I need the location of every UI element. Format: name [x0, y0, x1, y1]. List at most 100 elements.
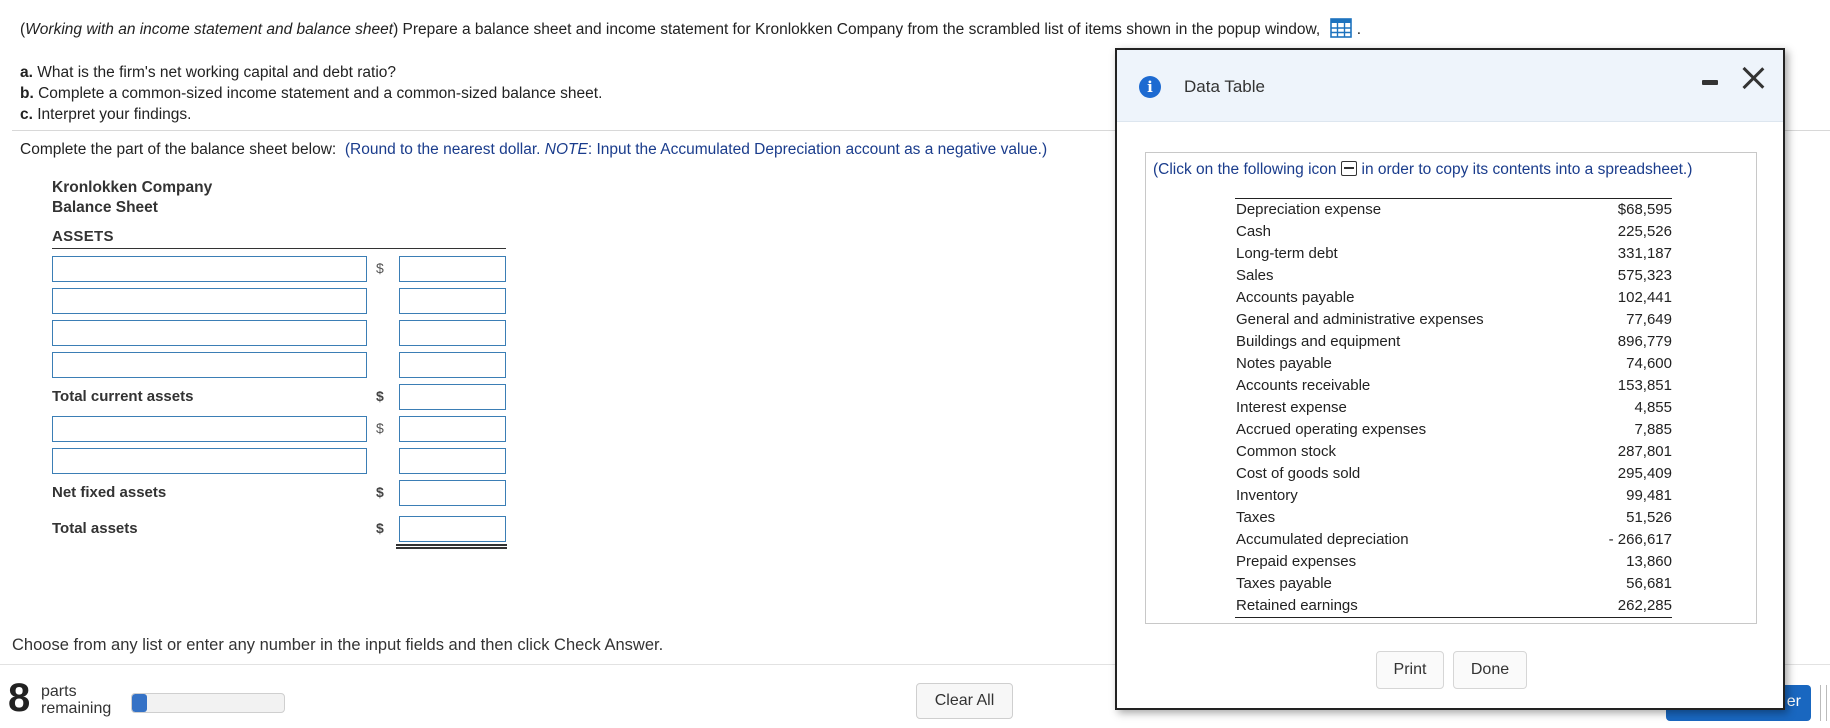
amount-input[interactable]	[399, 448, 506, 474]
data-table-row: Accrued operating expenses 7,885	[1235, 419, 1672, 441]
question-part-a: a. What is the firm's net working capita…	[20, 64, 397, 81]
edge-line	[1826, 685, 1827, 721]
dollar-sign: $	[376, 260, 384, 276]
close-icon[interactable]	[1739, 64, 1767, 92]
row-item-value: 295,409	[1617, 465, 1672, 482]
account-input[interactable]	[52, 416, 367, 442]
account-input[interactable]	[52, 320, 367, 346]
row-item-name: Retained earnings	[1236, 597, 1358, 614]
data-table-row: Accumulated depreciation - 266,617	[1235, 529, 1672, 551]
assets-heading: ASSETS	[52, 228, 114, 245]
account-input[interactable]	[52, 448, 367, 474]
question-parts: a. What is the firm's net working capita…	[20, 62, 602, 125]
question-part-c: c. Interpret your findings.	[20, 106, 192, 123]
row-item-value: 74,600	[1626, 355, 1672, 372]
data-table-row: Taxes payable 56,681	[1235, 573, 1672, 595]
data-table: Depreciation expense $68,595 Cash 225,526 Lo…	[1235, 198, 1672, 618]
row-item-value: 77,649	[1626, 311, 1672, 328]
amount-input[interactable]	[399, 352, 506, 378]
row-item-name: General and administrative expenses	[1236, 311, 1484, 328]
net-fixed-assets-label: Net fixed assets	[52, 484, 167, 501]
row-item-name: Accounts receivable	[1236, 377, 1371, 394]
net-fixed-assets-input[interactable]	[399, 480, 506, 506]
data-table-row: Sales 575,323	[1235, 265, 1672, 287]
account-input[interactable]	[52, 256, 367, 282]
account-input[interactable]	[52, 288, 367, 314]
question-intro-rest: Prepare a balance sheet and income state…	[402, 21, 1321, 38]
row-item-name: Taxes	[1236, 509, 1276, 526]
row-item-name: Notes payable	[1236, 355, 1332, 372]
row-item-value: 331,187	[1617, 245, 1672, 262]
parts-progress-bar	[131, 693, 285, 713]
row-item-name: Cost of goods sold	[1236, 465, 1361, 482]
question-intro-italic: Working with an income statement and bal…	[25, 21, 394, 38]
row-item-name: Sales	[1236, 267, 1274, 284]
dollar-sign: $	[376, 484, 384, 500]
row-item-value: 102,441	[1617, 289, 1672, 306]
grid-table-icon[interactable]	[1330, 18, 1353, 43]
total-assets-input[interactable]	[399, 516, 506, 542]
row-item-value: 287,801	[1617, 443, 1672, 460]
amount-input[interactable]	[399, 320, 506, 346]
done-button[interactable]: Done	[1453, 651, 1527, 689]
row-item-name: Accumulated depreciation	[1236, 531, 1409, 548]
row-item-value: 262,285	[1617, 597, 1672, 614]
popup-header: i Data Table	[1117, 50, 1783, 122]
amount-input[interactable]	[399, 416, 506, 442]
popup-title: Data Table	[1184, 77, 1265, 96]
row-item-name: Long-term debt	[1236, 245, 1338, 262]
total-assets-label: Total assets	[52, 520, 138, 537]
row-item-name: Depreciation expense	[1236, 201, 1382, 218]
data-table-row: Accounts receivable 153,851	[1235, 375, 1672, 397]
account-input[interactable]	[52, 352, 367, 378]
total-current-assets-label: Total current assets	[52, 388, 194, 405]
data-table-box: (Click on the following icon in order to …	[1145, 152, 1757, 624]
row-item-name: Taxes payable	[1236, 575, 1332, 592]
parts-remaining-count: 8	[8, 676, 31, 720]
data-table-row: Notes payable 74,600	[1235, 353, 1672, 375]
row-item-name: Interest expense	[1236, 399, 1347, 416]
row-item-name: Cash	[1236, 223, 1272, 240]
data-table-popup: i Data Table (Click on the following ico…	[1115, 48, 1785, 710]
data-table-row: Cash 225,526	[1235, 221, 1672, 243]
row-item-value: 896,779	[1617, 333, 1672, 350]
row-item-value: 56,681	[1626, 575, 1672, 592]
row-item-name: Prepaid expenses	[1236, 553, 1357, 570]
info-icon: i	[1139, 76, 1161, 98]
dollar-sign: $	[376, 420, 384, 436]
dollar-sign: $	[376, 520, 384, 536]
row-item-name: Inventory	[1236, 487, 1298, 504]
parts-remaining-label: parts remaining	[41, 683, 112, 717]
edge-line	[1820, 685, 1821, 721]
print-button[interactable]: Print	[1376, 651, 1444, 689]
data-table-row: General and administrative expenses 77,64…	[1235, 309, 1672, 331]
amount-input[interactable]	[399, 288, 506, 314]
copy-spreadsheet-icon[interactable]	[1340, 161, 1357, 176]
total-current-assets-input[interactable]	[399, 384, 506, 410]
data-table-row: Buildings and equipment 896,779	[1235, 331, 1672, 353]
row-item-value: 4,855	[1634, 399, 1672, 416]
instruction-text: Complete the part of the balance sheet b…	[20, 141, 1048, 158]
minimize-icon[interactable]	[1702, 80, 1718, 85]
row-item-name: Common stock	[1236, 443, 1337, 460]
clear-all-button[interactable]: Clear All	[916, 683, 1013, 719]
data-table-row: Inventory 99,481	[1235, 485, 1672, 507]
dollar-sign: $	[376, 388, 384, 404]
row-item-value: 99,481	[1626, 487, 1672, 504]
data-table-row: Retained earnings 262,285	[1235, 595, 1672, 617]
sheet-title: Balance Sheet	[52, 199, 158, 216]
company-name: Kronlokken Company	[52, 179, 213, 196]
amount-input[interactable]	[399, 256, 506, 282]
row-item-name: Accounts payable	[1236, 289, 1355, 306]
data-table-row: Accounts payable 102,441	[1235, 287, 1672, 309]
assets-rule	[52, 248, 506, 249]
row-item-value: 13,860	[1626, 553, 1672, 570]
row-item-value: 153,851	[1617, 377, 1672, 394]
data-table-row: Long-term debt 331,187	[1235, 243, 1672, 265]
question-part-b: b. Complete a common-sized income statem…	[20, 85, 603, 102]
data-table-row: Prepaid expenses 13,860	[1235, 551, 1672, 573]
progress-fill	[132, 694, 148, 712]
row-item-value: - 266,617	[1608, 531, 1672, 548]
total-double-underline	[396, 544, 507, 549]
copy-note: (Click on the following icon in order to …	[1153, 161, 1693, 178]
